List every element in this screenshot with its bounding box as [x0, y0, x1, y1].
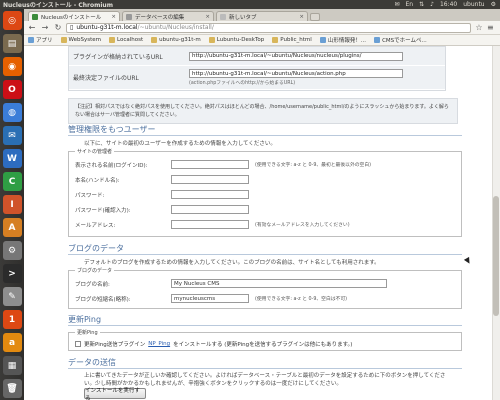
- terminal-icon[interactable]: >: [2, 264, 22, 283]
- page-scrollbar[interactable]: [492, 46, 500, 400]
- submit-section-title: データの送信: [68, 358, 116, 367]
- ping-option: 更新Ping送信プラグイン NP_Ping をインストールする (更新Pingを送信…: [75, 338, 455, 350]
- form-row: パスワード(確認入力):: [75, 202, 455, 217]
- form-row: 本名(ハンドル名):: [75, 172, 455, 187]
- login-id-label: 表示される名前(ログインID):: [75, 162, 148, 169]
- admin-section-description: 以下に、サイトの最初のユーザーを作成するための情報を入力してください。: [84, 141, 276, 147]
- opera-icon[interactable]: O: [2, 80, 22, 99]
- password-input[interactable]: [171, 190, 249, 199]
- section-divider: [68, 325, 462, 326]
- absolute-path-note: 【注記】相対パスではなく絶対パスを使用してください。絶対パスはほとんどの場合、/…: [68, 98, 458, 124]
- email-input[interactable]: [171, 220, 249, 229]
- run-install-button[interactable]: インストールを実行する: [84, 388, 146, 400]
- form-row: パスワード:: [75, 187, 455, 202]
- url-settings-table: プラグインが格納されているURL http://ubuntu-g31t-m.lo…: [68, 46, 446, 91]
- settings-label: 最終決定ファイルのURL: [73, 75, 139, 82]
- network-icon[interactable]: ⇅: [419, 1, 424, 8]
- system-tray: ✉ En ⇅ ♪ 16:40 ubuntu ⚙: [394, 1, 500, 8]
- real-name-input[interactable]: [171, 175, 249, 184]
- np-ping-checkbox[interactable]: [75, 341, 81, 347]
- blog-shortname-label: ブログの短縮名(略称):: [75, 296, 131, 303]
- login-id-input[interactable]: [171, 160, 249, 169]
- ubuntu-one-icon[interactable]: 1: [2, 310, 22, 329]
- admin-fieldset: サイトの管理者 表示される名前(ログインID): (使用できる文字: a-z と…: [68, 148, 462, 237]
- blog-legend: ブログのデータ: [77, 268, 113, 274]
- section-divider: [68, 254, 462, 255]
- text-editor-icon[interactable]: ✎: [2, 287, 22, 306]
- trash-icon[interactable]: 🗑: [2, 379, 22, 398]
- form-row: ブログの短縮名(略称): mynucleuscms (使用できる文字: a-z …: [75, 291, 455, 306]
- libreoffice-calc-icon[interactable]: C: [2, 172, 22, 191]
- blog-section-description: デフォルトのブログを作成するための情報を入力してください。このブログの名前は、サ…: [84, 260, 380, 266]
- workspaces-icon[interactable]: ▦: [2, 356, 22, 375]
- page-content: プラグインが格納されているURL http://ubuntu-g31t-m.lo…: [24, 46, 500, 400]
- blog-shortname-hint: (使用できる文字: a-z と 0-9、空白は不可): [255, 297, 348, 302]
- form-row: ブログの名前: My Nucleus CMS: [75, 276, 455, 291]
- ping-checkbox-suffix: をインストールする (更新Pingを送信するプラグインは他にもあります。): [173, 342, 353, 348]
- ping-legend: 更新Ping: [77, 330, 98, 336]
- email-label: メールアドレス:: [75, 222, 116, 229]
- ping-checkbox-prefix: 更新Ping送信プラグイン: [84, 342, 146, 348]
- password-confirm-input[interactable]: [171, 205, 249, 214]
- files-icon[interactable]: ▤: [2, 34, 22, 53]
- settings-row: 最終決定ファイルのURL http://ubuntu-g31t-m.local/…: [69, 66, 445, 90]
- gear-icon[interactable]: ⚙: [491, 1, 496, 8]
- blog-fieldset: ブログのデータ ブログの名前: My Nucleus CMS ブログの短縮名(略…: [68, 267, 462, 309]
- os-top-panel: Nucleusのインストール - Chromium ✉ En ⇅ ♪ 16:40…: [0, 0, 500, 9]
- amazon-icon[interactable]: a: [2, 333, 22, 352]
- action-url-input[interactable]: http://ubuntu-g31t-m.local/~ubuntu/Nucle…: [189, 69, 403, 78]
- np-ping-link[interactable]: NP_Ping: [148, 341, 170, 347]
- libreoffice-writer-icon[interactable]: W: [2, 149, 22, 168]
- real-name-label: 本名(ハンドル名):: [75, 177, 120, 184]
- form-row: 表示される名前(ログインID): (使用できる文字: a-z と 0-9、最初と…: [75, 157, 455, 172]
- settings-row: プラグインが格納されているURL http://ubuntu-g31t-m.lo…: [69, 47, 445, 66]
- user-name[interactable]: ubuntu: [463, 1, 484, 8]
- admin-legend: サイトの管理者: [77, 149, 113, 155]
- blog-shortname-input[interactable]: mynucleuscms: [171, 294, 249, 303]
- thunderbird-icon[interactable]: ✉: [2, 126, 22, 145]
- login-id-hint: (使用できる文字: a-z と 0-9、最初と最後以外の空白): [255, 163, 372, 168]
- form-row: メールアドレス: (有効なメールアドレスを入力してください): [75, 217, 455, 232]
- password-label: パスワード:: [75, 192, 105, 199]
- ping-fieldset: 更新Ping 更新Ping送信プラグイン NP_Ping をインストールする (更新…: [68, 329, 462, 351]
- clock[interactable]: 16:40: [440, 1, 457, 8]
- volume-icon[interactable]: ♪: [430, 1, 434, 8]
- keyboard-indicator[interactable]: En: [405, 1, 413, 8]
- blog-name-input[interactable]: My Nucleus CMS: [171, 279, 387, 288]
- blog-section-title: ブログのデータ: [68, 244, 124, 253]
- email-hint: (有効なメールアドレスを入力してください): [255, 223, 350, 228]
- mail-icon[interactable]: ✉: [394, 1, 399, 8]
- libreoffice-impress-icon[interactable]: I: [2, 195, 22, 214]
- blog-name-label: ブログの名前:: [75, 281, 110, 288]
- password-confirm-label: パスワード(確認入力):: [75, 207, 131, 214]
- settings-label: プラグインが格納されているURL: [73, 53, 163, 61]
- firefox-icon[interactable]: ◉: [2, 57, 22, 76]
- plugins-url-input[interactable]: http://ubuntu-g31t-m.local/~ubuntu/Nucle…: [189, 51, 403, 61]
- admin-section-title: 管理権限をもつユーザー: [68, 125, 156, 134]
- section-divider: [68, 135, 462, 136]
- chromium-icon[interactable]: ◍: [2, 103, 22, 122]
- scrollbar-thumb[interactable]: [493, 196, 499, 316]
- unity-launcher: ◎ ▤ ◉ O ◍ ✉ W C I A ⚙ > ✎ 1 a ▦ 🗑: [0, 9, 24, 400]
- action-url-hint: (action.phpファイルへのhttp://から始まるURL): [189, 81, 296, 86]
- section-divider: [68, 368, 462, 369]
- ubuntu-dash-icon[interactable]: ◎: [2, 11, 22, 30]
- ping-section-title: 更新Ping: [68, 315, 102, 324]
- window-title: Nucleusのインストール - Chromium: [3, 2, 113, 9]
- settings-icon[interactable]: ⚙: [2, 241, 22, 260]
- software-center-icon[interactable]: A: [2, 218, 22, 237]
